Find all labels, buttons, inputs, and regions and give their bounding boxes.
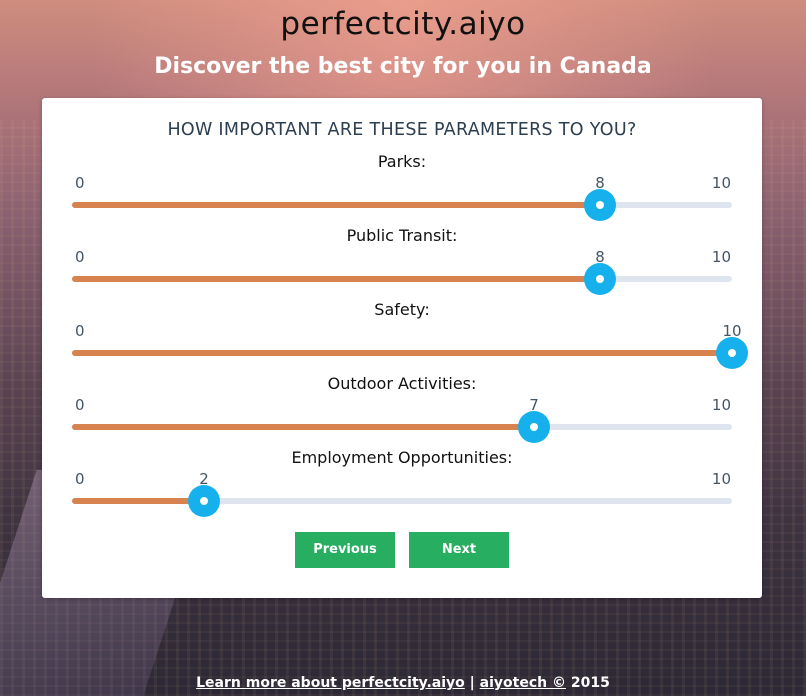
learn-more-link[interactable]: Learn more about perfectcity.aiyo xyxy=(196,675,465,691)
tagline: Discover the best city for you in Canada xyxy=(154,54,652,79)
parameter-label: Public Transit: xyxy=(346,226,458,245)
slider-thumb[interactable] xyxy=(584,263,616,295)
card-heading: HOW IMPORTANT ARE THESE PARAMETERS TO YO… xyxy=(167,120,637,140)
parameter-label: Safety: xyxy=(374,300,430,319)
slider-min-label: 0 xyxy=(75,470,85,488)
slider-max-label: 10 xyxy=(711,174,731,192)
slider-min-label: 0 xyxy=(75,174,85,192)
parameter-safety: Safety: 0 10 10 xyxy=(42,300,762,374)
slider-fill xyxy=(72,202,600,208)
footer: Learn more about perfectcity.aiyo | aiyo… xyxy=(0,675,806,691)
parameter-parks: Parks: 0 8 10 xyxy=(42,152,762,226)
slider-thumb[interactable] xyxy=(584,189,616,221)
slider-track[interactable] xyxy=(72,337,748,369)
parameter-label: Employment Opportunities: xyxy=(291,448,513,467)
slider-fill xyxy=(72,424,534,430)
slider-max-label: 10 xyxy=(711,396,731,414)
slider-min-label: 0 xyxy=(75,322,85,340)
slider-min-label: 0 xyxy=(75,396,85,414)
parameter-label: Parks: xyxy=(377,152,427,171)
slider-max-label: 10 xyxy=(711,248,731,266)
footer-separator: | xyxy=(469,675,475,691)
slider-fill xyxy=(72,276,600,282)
slider-max-label: 10 xyxy=(711,470,731,488)
company-link[interactable]: aiyotech © xyxy=(480,675,566,691)
site-title: perfectcity.aiyo xyxy=(280,6,526,42)
slider-thumb[interactable] xyxy=(188,485,220,517)
slider-track[interactable] xyxy=(72,485,732,517)
slider-track[interactable] xyxy=(72,263,732,295)
parameters-card: HOW IMPORTANT ARE THESE PARAMETERS TO YO… xyxy=(42,98,762,598)
slider-fill xyxy=(72,498,204,504)
parameter-label: Outdoor Activities: xyxy=(327,374,477,393)
slider-track[interactable] xyxy=(72,411,732,443)
slider-fill xyxy=(72,350,732,356)
slider-thumb[interactable] xyxy=(518,411,550,443)
slider-min-label: 0 xyxy=(75,248,85,266)
previous-button[interactable]: Previous xyxy=(295,532,395,568)
slider-thumb[interactable] xyxy=(716,337,748,369)
parameter-employment-opportunities: Employment Opportunities: 0 2 10 xyxy=(42,448,762,522)
slider-track[interactable] xyxy=(72,189,732,221)
next-button[interactable]: Next xyxy=(409,532,509,568)
parameter-outdoor-activities: Outdoor Activities: 0 7 10 xyxy=(42,374,762,448)
footer-year: 2015 xyxy=(570,675,610,691)
parameter-public-transit: Public Transit: 0 8 10 xyxy=(42,226,762,300)
